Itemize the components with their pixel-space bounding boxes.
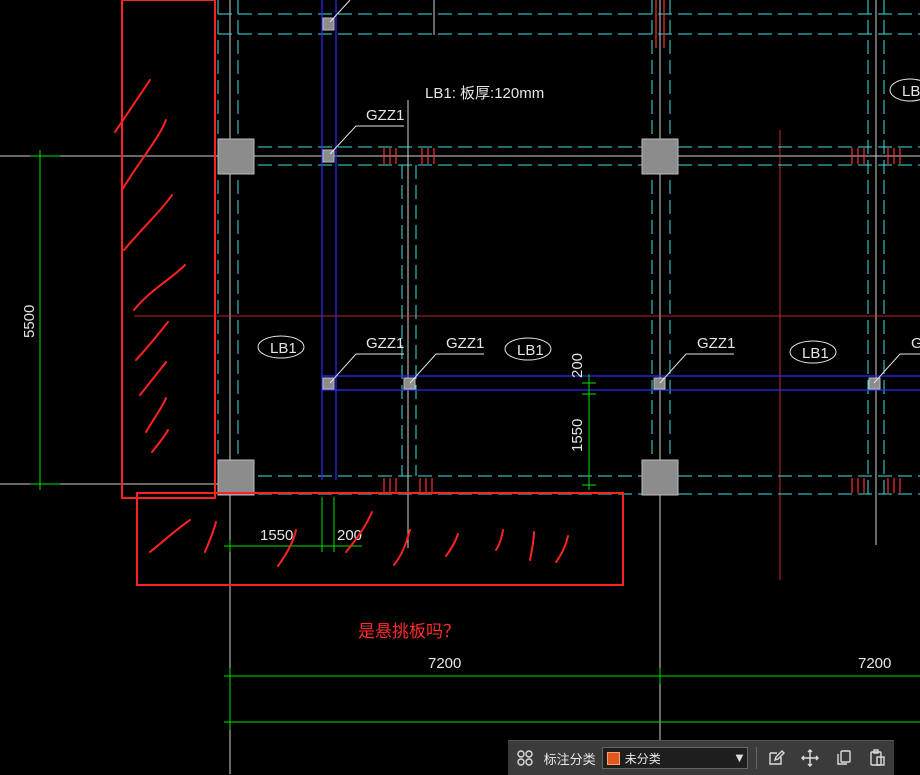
dim-bottom-7200: 7200 xyxy=(428,655,461,672)
annotation-category-label: 标注分类 xyxy=(543,752,596,768)
chevron-down-icon: ▼ xyxy=(735,752,744,764)
red-markup xyxy=(114,0,624,586)
column xyxy=(217,138,255,175)
annotation-category-select[interactable]: 未分类 ▼ xyxy=(601,747,749,769)
label-lb1: LB1 xyxy=(802,345,829,362)
markup-question-text: 是悬挑板吗？ xyxy=(358,622,460,642)
category-color-swatch xyxy=(606,751,620,765)
dim-h-1550: 1550 xyxy=(260,527,293,544)
annotation-category-value: 未分类 xyxy=(624,751,661,766)
label-gzz1: GZZ1 xyxy=(366,107,404,124)
column xyxy=(641,459,679,496)
dim-v-200: 200 xyxy=(569,353,586,378)
label-gzz1: GZZ1 xyxy=(446,335,484,352)
label-lb1: LB1 xyxy=(902,83,920,100)
dim-bottom-7200: 7200 xyxy=(858,655,891,672)
label-gzz1: GZZ1 xyxy=(366,335,404,352)
text-labels: LB1: 板厚:120mm GZZ1 GZZ1 GZZ1 GZZ1 G LB1 … xyxy=(270,83,920,362)
dim-left-vertical: 5500 xyxy=(21,305,38,338)
toolbar-divider xyxy=(756,747,758,769)
columns xyxy=(217,17,881,496)
axis-lines-blue xyxy=(321,0,920,480)
label-leaders xyxy=(257,0,920,384)
label-gzz1: GZZ1 xyxy=(697,335,735,352)
label-partial: G xyxy=(911,335,920,352)
paste-icon[interactable] xyxy=(860,741,894,775)
dim-v-1550: 1550 xyxy=(569,419,586,452)
label-lb1: LB1 xyxy=(270,340,297,357)
move-icon[interactable] xyxy=(793,741,827,775)
annotation-toolbar: 标注分类 未分类 ▼ xyxy=(508,740,894,775)
markup-box-left xyxy=(121,0,216,499)
dimension-lines xyxy=(30,150,920,730)
column xyxy=(868,377,881,390)
cad-drawing-canvas[interactable]: LB1: 板厚:120mm GZZ1 GZZ1 GZZ1 GZZ1 G LB1 … xyxy=(0,0,920,774)
grid-icon[interactable] xyxy=(508,741,542,775)
slab-thickness-note: LB1: 板厚:120mm xyxy=(425,84,544,102)
label-lb1: LB1 xyxy=(517,342,544,359)
column xyxy=(217,459,255,496)
rebar-hatches xyxy=(383,0,901,493)
edit-icon[interactable] xyxy=(759,741,793,775)
copy-icon[interactable] xyxy=(827,741,861,775)
column xyxy=(641,138,679,175)
